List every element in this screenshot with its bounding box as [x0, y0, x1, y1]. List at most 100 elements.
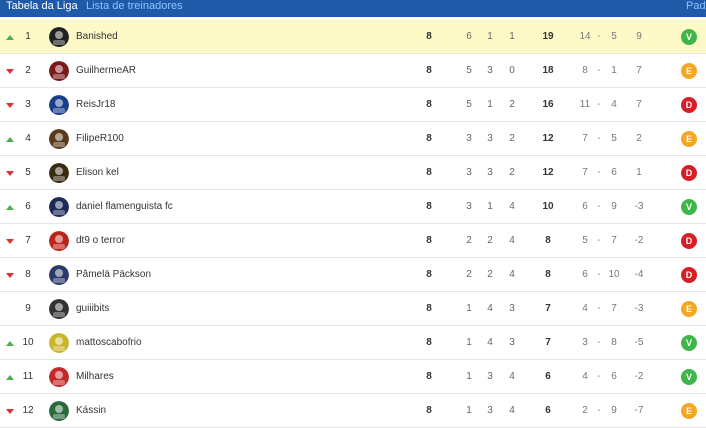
- table-row[interactable]: 1 Banished 8 6 1 1 19 14-5 9 V: [0, 20, 706, 54]
- elison-kel-avatar-icon[interactable]: [49, 163, 69, 183]
- daniel-avatar-icon[interactable]: [49, 197, 69, 217]
- position: 2: [25, 65, 31, 76]
- kassin-avatar-icon[interactable]: [49, 401, 69, 421]
- table-row[interactable]: 11 Milhares 8 1 3 4 6 4-6 -2 V: [0, 360, 706, 394]
- losses: 3: [509, 337, 515, 348]
- points: 8: [545, 235, 551, 246]
- position: 1: [25, 31, 31, 42]
- tab-truncated[interactable]: Pad: [686, 0, 706, 13]
- wins: 2: [466, 235, 472, 246]
- coach-name[interactable]: Kássin: [76, 394, 106, 428]
- table-row[interactable]: 10 mattoscabofrio 8 1 4 3 7 3-8 -5 V: [0, 326, 706, 360]
- reisjr18-avatar-icon[interactable]: [49, 95, 69, 115]
- guilhermear-avatar-icon[interactable]: [49, 61, 69, 81]
- table-row[interactable]: 4 FilipeR100 8 3 3 2 12 7-5 2 E: [0, 122, 706, 156]
- coach-name[interactable]: Pâmelä Päckson: [76, 258, 151, 292]
- mattoscabofrio-avatar-icon[interactable]: [49, 333, 69, 353]
- milhares-avatar-icon[interactable]: [49, 367, 69, 387]
- guiiibits-avatar-icon[interactable]: [49, 299, 69, 319]
- games-played: 8: [426, 65, 432, 76]
- filiper100-avatar-icon[interactable]: [49, 129, 69, 149]
- table-row[interactable]: 7 dt9 o terror 8 2 2 4 8 5-7 -2 D: [0, 224, 706, 258]
- games-played: 8: [426, 371, 432, 382]
- table-row[interactable]: 9 guiiibits 8 1 4 3 7 4-7 -3 E: [0, 292, 706, 326]
- games-played: 8: [426, 269, 432, 280]
- tab-league-table[interactable]: Tabela da Liga: [6, 0, 78, 13]
- position: 6: [25, 201, 31, 212]
- losses: 3: [509, 303, 515, 314]
- goal-difference: 7: [636, 99, 642, 110]
- tab-coach-list[interactable]: Lista de treinadores: [86, 0, 183, 13]
- table-row[interactable]: 5 Elison kel 8 3 3 2 12 7-6 1 D: [0, 156, 706, 190]
- table-row[interactable]: 3 ReisJr18 8 5 1 2 16 11-4 7 D: [0, 88, 706, 122]
- goal-difference: 9: [636, 31, 642, 42]
- trend-up-icon: [6, 375, 14, 380]
- position: 11: [22, 371, 34, 382]
- wins: 3: [466, 167, 472, 178]
- coach-name[interactable]: Banished: [76, 20, 118, 54]
- coach-name[interactable]: FilipeR100: [76, 122, 124, 156]
- table-row[interactable]: 12 Kássin 8 1 3 4 6 2-9 -7 E: [0, 394, 706, 428]
- goal-difference: -7: [634, 405, 644, 416]
- table-row[interactable]: 8 Pâmelä Päckson 8 2 2 4 8 6-10 -4 D: [0, 258, 706, 292]
- table-row[interactable]: 6 daniel flamenguista fc 8 3 1 4 10 6-9 -3 V: [0, 190, 706, 224]
- wins: 3: [466, 133, 472, 144]
- table-row[interactable]: 2 GuilhermeAR 8 5 3 0 18 8-1 7 E: [0, 54, 706, 88]
- goals-against: 9: [611, 201, 617, 212]
- coach-name[interactable]: GuilhermeAR: [76, 54, 136, 88]
- draws: 2: [487, 269, 493, 280]
- last-result-badge: E: [681, 403, 697, 419]
- goals-against: 10: [608, 269, 620, 280]
- separator: -: [597, 167, 601, 178]
- points: 19: [542, 31, 554, 42]
- draws: 4: [487, 303, 493, 314]
- points: 7: [545, 337, 551, 348]
- position: 7: [25, 235, 31, 246]
- draws: 3: [487, 65, 493, 76]
- losses: 2: [509, 133, 515, 144]
- banished-avatar-icon[interactable]: [49, 27, 69, 47]
- coach-name[interactable]: ReisJr18: [76, 88, 115, 122]
- points: 6: [545, 405, 551, 416]
- coach-name[interactable]: dt9 o terror: [76, 224, 125, 258]
- goal-difference: 7: [636, 65, 642, 76]
- separator: -: [597, 201, 601, 212]
- coach-name[interactable]: Elison kel: [76, 156, 119, 190]
- pamela-avatar-icon[interactable]: [49, 265, 69, 285]
- points: 18: [542, 65, 554, 76]
- draws: 1: [487, 201, 493, 212]
- separator: -: [597, 235, 601, 246]
- coach-name[interactable]: guiiibits: [76, 292, 109, 326]
- draws: 4: [487, 337, 493, 348]
- draws: 3: [487, 405, 493, 416]
- games-played: 8: [426, 133, 432, 144]
- goals-against: 7: [611, 235, 617, 246]
- last-result-badge: V: [681, 369, 697, 385]
- goals-against: 9: [611, 405, 617, 416]
- last-result-badge: D: [681, 97, 697, 113]
- losses: 4: [509, 235, 515, 246]
- separator: -: [597, 65, 601, 76]
- dt9-avatar-icon[interactable]: [49, 231, 69, 251]
- losses: 0: [509, 65, 515, 76]
- last-result-badge: E: [681, 63, 697, 79]
- goals-for: 6: [582, 269, 588, 280]
- last-result-badge: E: [681, 131, 697, 147]
- wins: 1: [466, 405, 472, 416]
- goal-difference: -3: [634, 303, 644, 314]
- goals-against: 7: [611, 303, 617, 314]
- draws: 1: [487, 31, 493, 42]
- points: 10: [542, 201, 554, 212]
- position: 5: [25, 167, 31, 178]
- goals-against: 1: [611, 65, 617, 76]
- goals-for: 5: [582, 235, 588, 246]
- trend-up-icon: [6, 341, 14, 346]
- losses: 4: [509, 371, 515, 382]
- coach-name[interactable]: Milhares: [76, 360, 114, 394]
- goal-difference: -3: [634, 201, 644, 212]
- coach-name[interactable]: daniel flamenguista fc: [76, 190, 173, 224]
- coach-name[interactable]: mattoscabofrio: [76, 326, 142, 360]
- points: 16: [542, 99, 554, 110]
- wins: 1: [466, 337, 472, 348]
- games-played: 8: [426, 235, 432, 246]
